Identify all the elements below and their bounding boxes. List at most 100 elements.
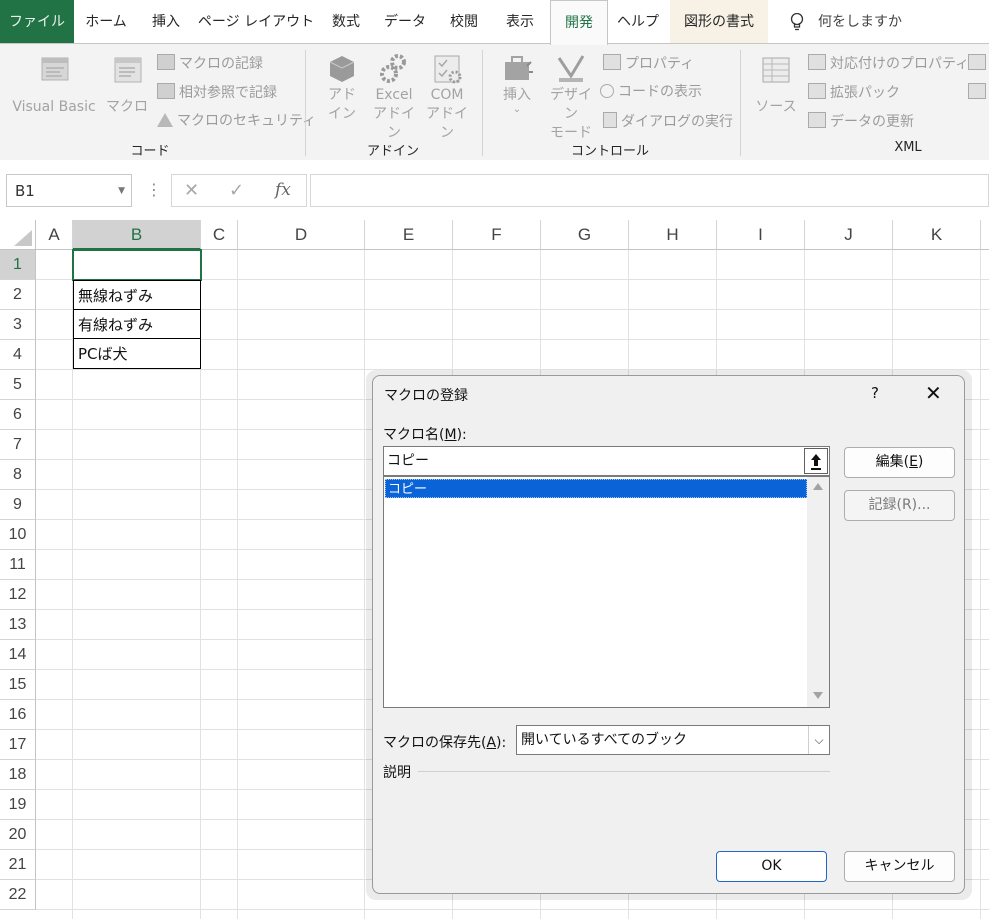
row-header-5[interactable]: 5 [0, 370, 36, 400]
edit-button[interactable]: 編集(E) [844, 447, 955, 478]
close-icon[interactable]: ✕ [925, 381, 942, 405]
insert-control-button[interactable]: 挿入 ⌄ [494, 52, 540, 115]
insert-function-icon[interactable]: fx [275, 180, 291, 200]
properties-button[interactable]: プロパティ [603, 54, 694, 73]
column-header-g[interactable]: G [541, 220, 629, 250]
refresh-data-button[interactable]: データの更新 [808, 112, 914, 131]
scroll-up-icon[interactable] [813, 483, 823, 490]
name-box[interactable]: B1 ▼ [6, 174, 132, 207]
tab-developer[interactable]: 開発 [550, 0, 608, 45]
column-header-h[interactable]: H [629, 220, 717, 250]
row-header-17[interactable]: 17 [0, 730, 36, 760]
select-all-corner[interactable] [0, 220, 36, 250]
column-header-c[interactable]: C [201, 220, 238, 250]
tab-review[interactable]: 校閲 [440, 0, 488, 43]
row-header-3[interactable]: 3 [0, 310, 36, 340]
column-header-a[interactable]: A [36, 220, 73, 250]
row-header-4[interactable]: 4 [0, 340, 36, 370]
row-header-16[interactable]: 16 [0, 700, 36, 730]
macro-security-button[interactable]: マクロのセキュリティ [157, 112, 316, 130]
column-header-f[interactable]: F [453, 220, 541, 250]
row-header-11[interactable]: 11 [0, 550, 36, 580]
ok-button[interactable]: OK [716, 851, 827, 882]
com-addins-button[interactable]: COM アドイン [422, 52, 472, 143]
help-icon[interactable]: ? [871, 384, 879, 402]
active-cell-b1[interactable] [72, 249, 202, 281]
visual-basic-label: Visual Basic [12, 99, 96, 115]
macro-name-input[interactable]: コピー [383, 446, 830, 476]
store-in-select[interactable]: 開いているすべてのブック ⌵ [516, 725, 830, 755]
row-header-14[interactable]: 14 [0, 640, 36, 670]
record-macro-button[interactable]: マクロの記録 [157, 54, 263, 73]
list-scrollbar[interactable] [807, 477, 829, 707]
row-header-20[interactable]: 20 [0, 820, 36, 850]
tab-page-layout[interactable]: ページ レイアウト [196, 0, 316, 43]
row-header-7[interactable]: 7 [0, 430, 36, 460]
column-header-partial[interactable] [981, 220, 989, 250]
row-header-10[interactable]: 10 [0, 520, 36, 550]
column-header-d[interactable]: D [238, 220, 365, 250]
run-dialog-button[interactable]: ダイアログの実行 [603, 112, 733, 131]
cancel-button[interactable]: キャンセル [844, 851, 955, 882]
run-dialog-icon [603, 112, 617, 128]
row-header-18[interactable]: 18 [0, 760, 36, 790]
cell-b3[interactable]: 有線ねずみ [73, 309, 201, 339]
row-header-6[interactable]: 6 [0, 400, 36, 430]
macros-button[interactable]: マクロ [104, 52, 150, 117]
design-mode-button[interactable]: デザイン モード [544, 52, 598, 143]
column-header-e[interactable]: E [365, 220, 453, 250]
scroll-down-icon[interactable] [813, 692, 823, 699]
xml-import-icon [968, 54, 986, 70]
row-header-9[interactable]: 9 [0, 490, 36, 520]
column-header-j[interactable]: J [805, 220, 893, 250]
xml-export-button[interactable] [968, 83, 989, 102]
macro-list-item[interactable]: コピー [385, 479, 807, 498]
macro-list[interactable]: コピー [383, 476, 830, 708]
tab-home[interactable]: ホーム [78, 0, 134, 43]
column-header-b[interactable]: B [73, 220, 201, 250]
row-header-8[interactable]: 8 [0, 460, 36, 490]
relative-reference-button[interactable]: 相対参照で記録 [157, 83, 277, 102]
row-header-1[interactable]: 1 [0, 250, 36, 280]
refresh-data-icon [808, 112, 826, 128]
tab-insert[interactable]: 挿入 [140, 0, 192, 43]
tab-help[interactable]: ヘルプ [610, 0, 666, 43]
column-header-i[interactable]: I [717, 220, 805, 250]
visual-basic-button[interactable]: Visual Basic [8, 52, 100, 117]
formula-input[interactable] [310, 174, 989, 207]
column-header-k[interactable]: K [893, 220, 981, 250]
expansion-packs-icon [808, 83, 826, 99]
cancel-icon[interactable]: ✕ [184, 180, 199, 201]
tab-data[interactable]: データ [376, 0, 434, 43]
view-code-button[interactable]: コードの表示 [600, 83, 702, 101]
row-header-21[interactable]: 21 [0, 850, 36, 880]
more-vertical-icon[interactable]: ⋮ [146, 180, 162, 199]
row-header-15[interactable]: 15 [0, 670, 36, 700]
tab-shape-format[interactable]: 図形の書式 [670, 0, 768, 43]
enter-icon[interactable]: ✓ [229, 180, 244, 201]
row-header-13[interactable]: 13 [0, 610, 36, 640]
cell-b4[interactable]: PCば犬 [73, 338, 201, 369]
tell-me-box[interactable]: 何をしますか [818, 0, 908, 43]
row-header-2[interactable]: 2 [0, 280, 36, 310]
com-addin-icon [434, 55, 462, 84]
tab-view[interactable]: 表示 [494, 0, 546, 43]
collapse-dialog-button[interactable] [804, 448, 828, 474]
excel-addins-button[interactable]: Excel アドイン [368, 52, 420, 143]
chevron-down-icon[interactable]: ⌵ [808, 726, 829, 754]
tab-formulas[interactable]: 数式 [322, 0, 370, 43]
row-header-12[interactable]: 12 [0, 580, 36, 610]
chevron-down-icon[interactable]: ▼ [118, 175, 125, 208]
map-properties-button[interactable]: 対応付けのプロパティ [808, 54, 969, 73]
addins-button[interactable]: アド イン [320, 52, 364, 124]
name-box-value: B1 [15, 182, 35, 200]
xml-source-button[interactable]: ソース [752, 52, 800, 117]
row-header-22[interactable]: 22 [0, 880, 36, 910]
row-header-19[interactable]: 19 [0, 790, 36, 820]
gear-icon [380, 54, 406, 83]
tab-file[interactable]: ファイル [0, 0, 74, 43]
expansion-packs-button[interactable]: 拡張パック [808, 83, 900, 102]
xml-import-button[interactable] [968, 54, 989, 73]
record-button[interactable]: 記録(R)... [844, 490, 955, 521]
cell-b2[interactable]: 無線ねずみ [73, 280, 201, 310]
